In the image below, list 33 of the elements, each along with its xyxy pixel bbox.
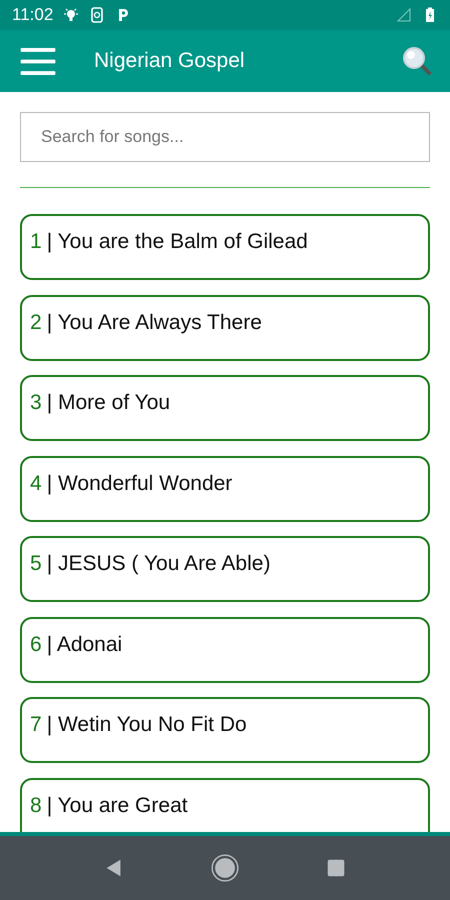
song-number: 8 xyxy=(30,794,42,818)
song-title: | Wonderful Wonder xyxy=(46,472,232,496)
song-title: | Wetin You No Fit Do xyxy=(46,713,247,737)
song-number: 6 xyxy=(30,632,42,656)
song-number: 1 xyxy=(30,230,42,254)
song-item[interactable]: 2 | You Are Always There xyxy=(20,294,430,360)
song-number: 7 xyxy=(30,713,42,737)
app-title: Nigerian Gospel xyxy=(94,49,246,73)
song-title: | Adonai xyxy=(46,632,122,656)
song-item[interactable]: 5 | JESUS ( You Are Able) xyxy=(20,536,430,602)
song-title: | You are the Balm of Gilead xyxy=(46,230,308,254)
song-title: | You Are Always There xyxy=(46,310,262,334)
song-item[interactable]: 4 | Wonderful Wonder xyxy=(20,456,430,522)
recents-icon[interactable] xyxy=(325,857,347,879)
home-icon[interactable] xyxy=(211,854,239,882)
song-item[interactable]: 1 | You are the Balm of Gilead xyxy=(20,214,430,280)
phone-sync-icon xyxy=(89,7,106,23)
song-number: 2 xyxy=(30,310,42,334)
song-item[interactable]: 6 | Adonai xyxy=(20,616,430,682)
song-number: 3 xyxy=(30,391,42,415)
song-number: 5 xyxy=(30,552,42,576)
song-item[interactable]: 7 | Wetin You No Fit Do xyxy=(20,697,430,763)
search-icon[interactable] xyxy=(402,46,432,76)
song-title: | JESUS ( You Are Able) xyxy=(46,552,270,576)
clock-time: 11:02 xyxy=(12,5,54,25)
search-field[interactable]: Search for songs... xyxy=(20,112,430,162)
song-title: | More of You xyxy=(46,391,170,415)
song-title: | You are Great xyxy=(46,794,188,818)
song-item[interactable]: 3 | More of You xyxy=(20,375,430,441)
menu-icon[interactable] xyxy=(20,48,56,74)
signal-icon xyxy=(396,7,412,23)
song-number: 4 xyxy=(30,472,42,496)
lightbulb-icon xyxy=(63,7,80,23)
